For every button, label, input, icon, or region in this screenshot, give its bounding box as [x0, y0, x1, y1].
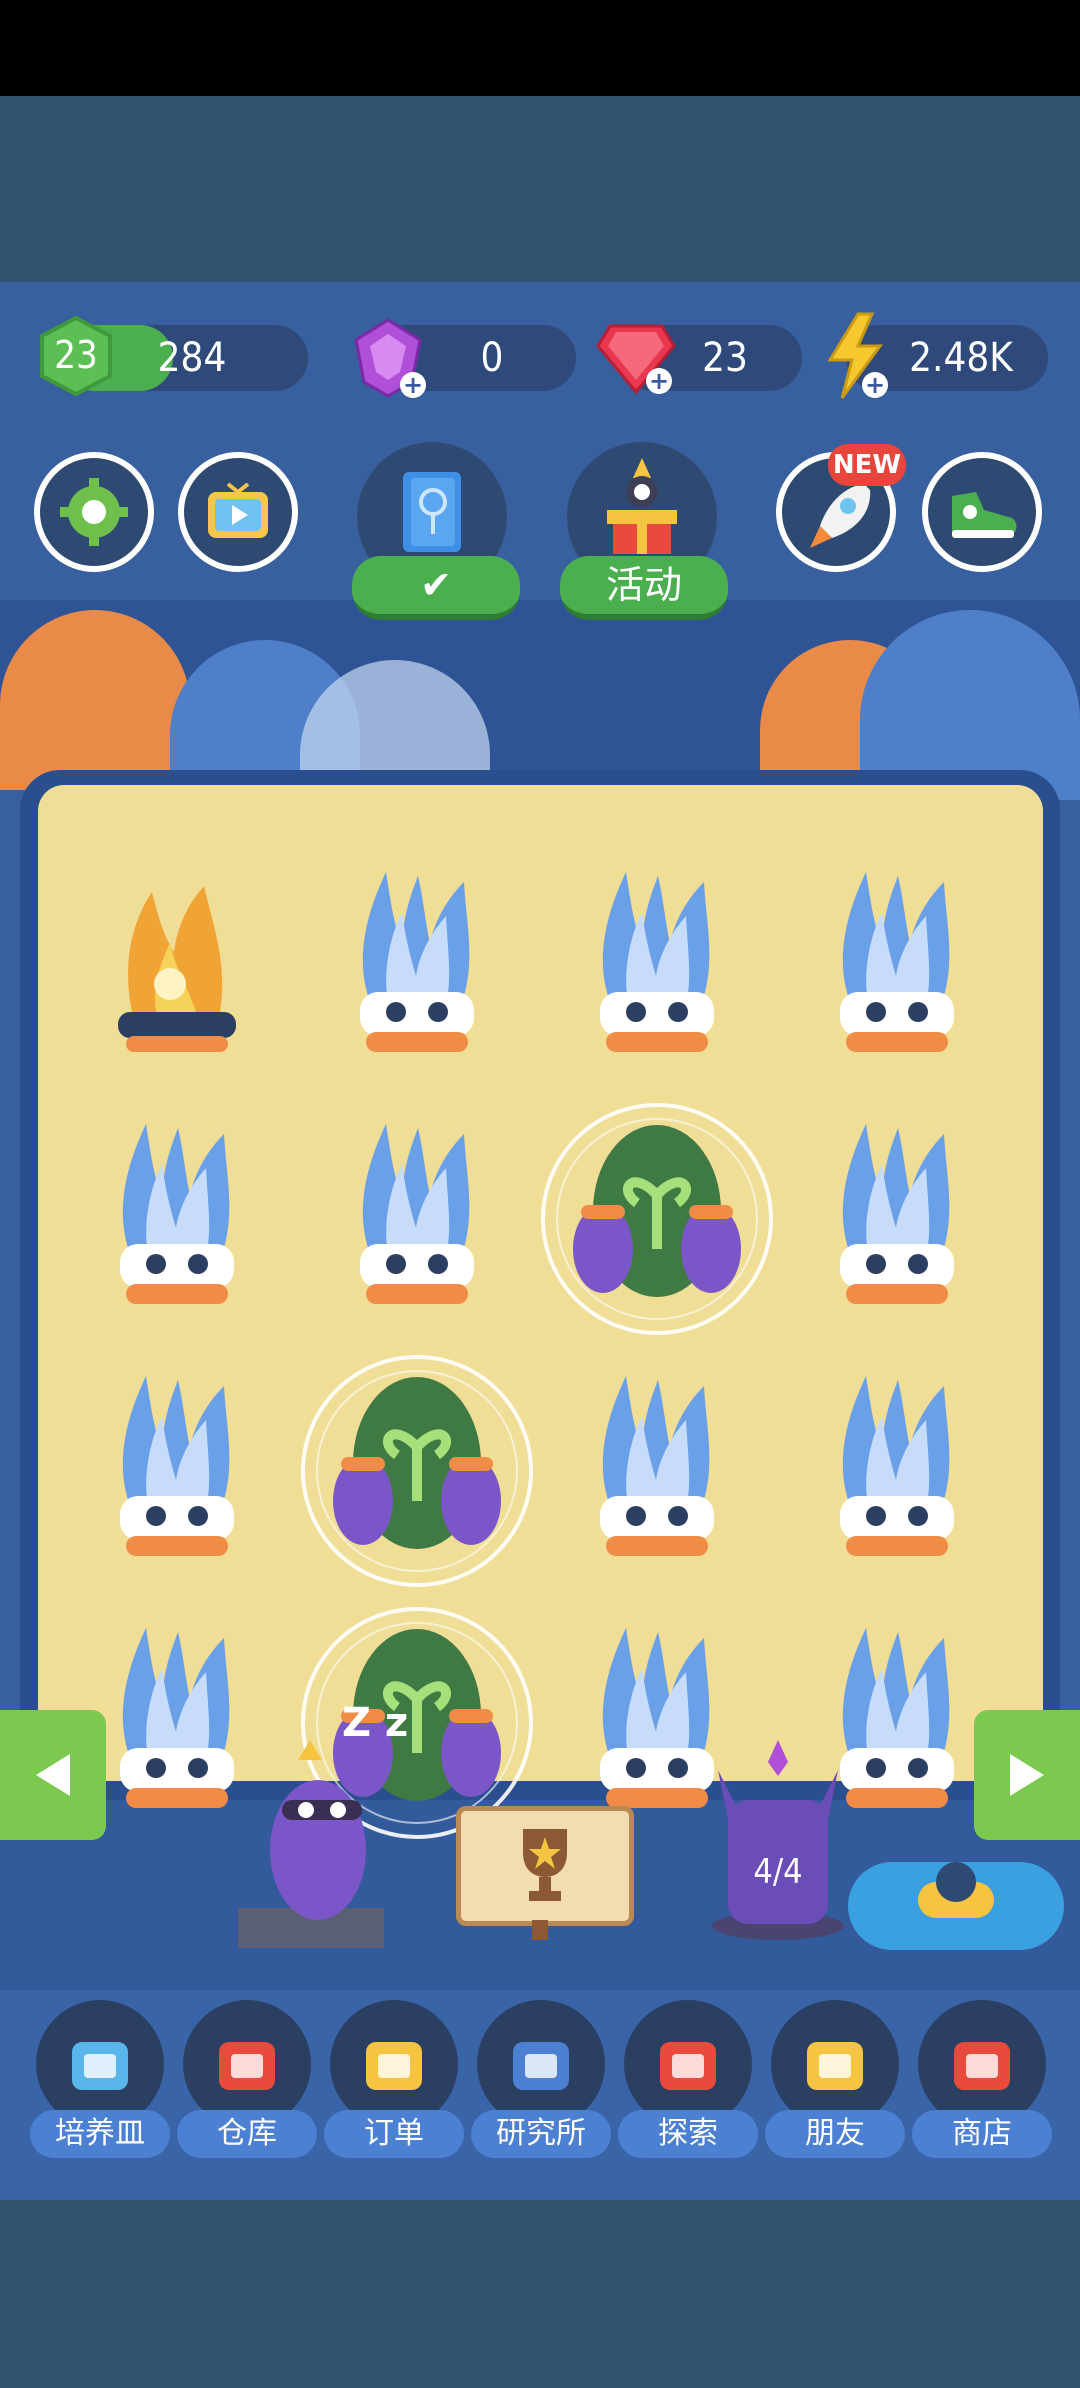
- fire-plant-item[interactable]: [112, 872, 242, 1062]
- purple-gem-icon: +: [350, 316, 426, 400]
- egg-item[interactable]: [537, 1099, 777, 1339]
- pond: [848, 1862, 1064, 1950]
- nav-label-0[interactable]: 培养皿: [30, 2110, 170, 2158]
- nav-button-1[interactable]: [183, 2000, 311, 2128]
- ice-plant-item[interactable]: [112, 1376, 242, 1566]
- nav-button-3[interactable]: [477, 2000, 605, 2128]
- nav-label-1[interactable]: 仓库: [177, 2110, 317, 2158]
- check-icon: ✔: [420, 563, 452, 607]
- upper-backdrop: [0, 96, 1080, 282]
- barn-icon: [211, 2026, 283, 2098]
- shoe-button[interactable]: [922, 452, 1042, 572]
- gift-icon: [599, 458, 685, 562]
- friends-icon: [799, 2026, 871, 2098]
- hot-air-balloon-icon: [652, 2026, 724, 2098]
- arrow-left-icon: [30, 1750, 74, 1804]
- trophy-icon: [509, 1823, 581, 1911]
- book-check-badge: ✔: [352, 556, 520, 620]
- nav-button-6[interactable]: [918, 2000, 1046, 2128]
- sleep-zzz: Z z: [342, 1700, 409, 1746]
- nav-label-6[interactable]: 商店: [912, 2110, 1052, 2158]
- pond-creature: [936, 1862, 976, 1902]
- tv-button[interactable]: [178, 452, 298, 572]
- ice-plant-item[interactable]: [832, 872, 962, 1062]
- order-list-icon: [358, 2026, 430, 2098]
- ruby-plus[interactable]: +: [646, 368, 672, 394]
- nav-button-4[interactable]: [624, 2000, 752, 2128]
- energy-plus[interactable]: +: [862, 372, 888, 398]
- sign-post: [532, 1920, 548, 1940]
- hills-scenery: [0, 600, 1080, 800]
- activity-label[interactable]: 活动: [560, 556, 728, 620]
- sneaker-icon: [946, 486, 1020, 546]
- arrow-right-icon: [1006, 1750, 1050, 1804]
- nav-label-2[interactable]: 订单: [324, 2110, 464, 2158]
- nav-button-0[interactable]: [36, 2000, 164, 2128]
- ice-plant-item[interactable]: [592, 1376, 722, 1566]
- gem-value: 0: [480, 335, 504, 381]
- ice-plant-item[interactable]: [832, 1124, 962, 1314]
- settings-button[interactable]: [34, 452, 154, 572]
- nav-label-4[interactable]: 探索: [618, 2110, 758, 2158]
- tv-play-icon: [206, 482, 270, 546]
- level-value: 23: [54, 333, 98, 377]
- next-board-button[interactable]: [974, 1710, 1080, 1840]
- xp-value: 284: [157, 335, 227, 381]
- sleeping-monster[interactable]: [238, 1740, 388, 1950]
- shop-icon: [946, 2026, 1018, 2098]
- ice-plant-item[interactable]: [352, 872, 482, 1062]
- ice-plant-item[interactable]: [832, 1376, 962, 1566]
- gem-plus[interactable]: +: [400, 372, 426, 398]
- lightning-icon: +: [822, 312, 888, 400]
- ice-plant-item[interactable]: [112, 1628, 242, 1818]
- petri-dish-icon: [64, 2026, 136, 2098]
- book-icon: [397, 468, 467, 562]
- ruby-icon: +: [594, 318, 678, 396]
- ice-plant-item[interactable]: [112, 1124, 242, 1314]
- energy-value: 2.48K: [909, 335, 1013, 381]
- ice-plant-item[interactable]: [592, 1628, 722, 1818]
- new-badge: NEW: [828, 444, 906, 486]
- level-badge: 23: [36, 315, 116, 397]
- ruby-value: 23: [702, 335, 748, 381]
- rocket-icon: [806, 478, 876, 556]
- statue-counter: 4/4: [753, 1852, 803, 1892]
- ice-plant-item[interactable]: [352, 1124, 482, 1314]
- gear-icon: [60, 478, 128, 550]
- trophy-sign[interactable]: [456, 1806, 634, 1926]
- prev-board-button[interactable]: [0, 1710, 106, 1840]
- ice-plant-item[interactable]: [832, 1628, 962, 1818]
- status-bar: [0, 0, 1080, 96]
- nav-button-5[interactable]: [771, 2000, 899, 2128]
- lab-icon: [505, 2026, 577, 2098]
- lower-backdrop: [0, 2200, 1080, 2388]
- ice-plant-item[interactable]: [592, 872, 722, 1062]
- nav-button-2[interactable]: [330, 2000, 458, 2128]
- purple-statue[interactable]: 4/4: [708, 1740, 848, 1940]
- nav-label-3[interactable]: 研究所: [471, 2110, 611, 2158]
- nav-label-5[interactable]: 朋友: [765, 2110, 905, 2158]
- egg-item[interactable]: [297, 1351, 537, 1591]
